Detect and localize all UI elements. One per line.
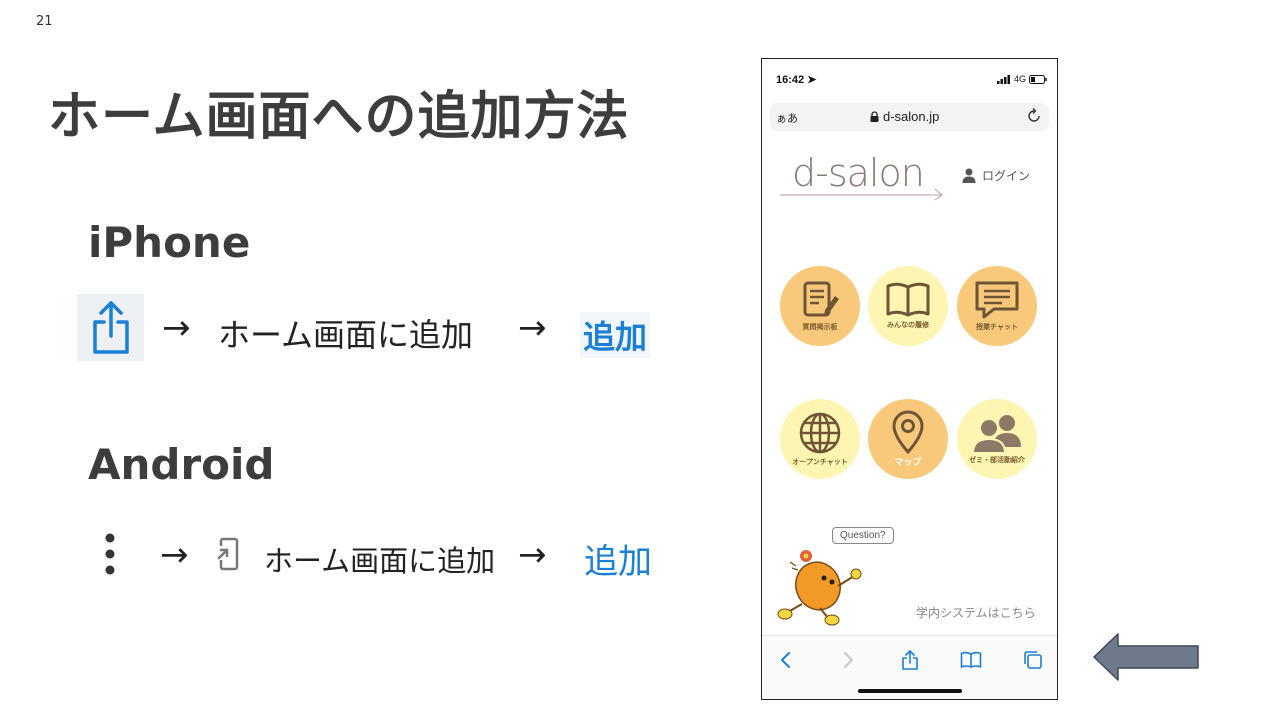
share-button[interactable] — [898, 648, 922, 672]
tabs-button[interactable] — [1021, 648, 1045, 672]
phone-screenshot: 16:42 ➤ 4G ぁあ d-salon.jp d-salon ログイン 質問… — [761, 58, 1058, 700]
pointing-arrow — [1093, 633, 1199, 681]
reload-button[interactable] — [1025, 107, 1043, 129]
menu-label: ゼミ・部活動紹介 — [969, 456, 1025, 464]
battery-icon — [1029, 74, 1047, 84]
status-indicators: 4G — [996, 74, 1047, 84]
campus-system-link[interactable]: 学内システムはこちら — [916, 604, 1036, 621]
menu-item-course-history[interactable]: みんなの履修 — [868, 266, 948, 346]
tabs-icon — [1024, 651, 1042, 669]
chevron-left-icon — [781, 652, 790, 668]
network-label: 4G — [1013, 74, 1026, 84]
mascot-illustration[interactable] — [776, 546, 866, 628]
slide-title: ホーム画面への追加方法 — [48, 87, 630, 147]
android-step-add-to-home: ホーム画面に追加 — [264, 544, 496, 578]
question-bubble[interactable]: Question? — [832, 527, 894, 544]
android-menu-button[interactable] — [100, 532, 120, 580]
open-book-icon — [886, 282, 930, 317]
share-icon — [92, 300, 129, 354]
text-size-button[interactable]: ぁあ — [776, 110, 798, 126]
login-link[interactable]: ログイン — [962, 167, 1030, 184]
menu-label: 授業チャット — [976, 323, 1018, 331]
status-bar: 16:42 ➤ 4G — [762, 59, 1057, 99]
lock-icon — [870, 111, 879, 122]
menu-item-club-intro[interactable]: ゼミ・部活動紹介 — [957, 399, 1037, 479]
menu-item-class-chat[interactable]: 授業チャット — [957, 266, 1037, 346]
book-icon — [960, 651, 982, 668]
bookmarks-button[interactable] — [959, 648, 983, 672]
reload-icon — [1028, 108, 1040, 122]
iphone-arrow-1: → — [162, 308, 191, 348]
menu-label: みんなの履修 — [887, 321, 929, 329]
kebab-menu-icon — [105, 533, 115, 575]
android-arrow-1: → — [160, 535, 189, 575]
android-arrow-2: → — [518, 535, 547, 575]
android-add-button[interactable]: 追加 — [584, 534, 652, 583]
url-domain[interactable]: d-salon.jp — [870, 109, 939, 124]
status-time: 16:42 ➤ — [776, 73, 816, 86]
iphone-heading: iPhone — [88, 218, 251, 267]
menu-label: 質問掲示板 — [802, 323, 838, 331]
back-button[interactable] — [774, 648, 798, 672]
signal-icon — [996, 74, 1010, 84]
menu-label: マップ — [894, 458, 922, 468]
menu-item-map[interactable]: マップ — [868, 399, 948, 479]
login-label: ログイン — [982, 169, 1031, 183]
chat-bubble-icon — [975, 281, 1019, 319]
notepad-pencil-icon — [803, 281, 839, 317]
group-icon — [971, 415, 1021, 453]
add-to-home-icon — [217, 537, 239, 571]
url-bar[interactable]: ぁあ d-salon.jp — [770, 103, 1049, 131]
ios-share-button[interactable] — [77, 294, 144, 361]
url-domain-text: d-salon.jp — [883, 109, 940, 124]
user-icon — [962, 168, 976, 183]
map-pin-icon — [892, 410, 924, 454]
globe-icon — [799, 412, 841, 454]
menu-item-open-chat[interactable]: オープンチャット — [780, 399, 860, 479]
logo-underline-arrow — [780, 188, 943, 201]
menu-label: オープンチャット — [792, 458, 848, 466]
page-number: 21 — [36, 14, 53, 29]
chevron-right-icon — [844, 652, 853, 668]
forward-button[interactable] — [836, 648, 860, 672]
location-arrow-icon: ➤ — [807, 74, 817, 86]
share-icon — [902, 650, 918, 670]
iphone-add-button[interactable]: 追加 — [580, 312, 651, 358]
home-indicator — [858, 689, 962, 693]
android-heading: Android — [88, 440, 275, 489]
android-add-to-home-item[interactable] — [214, 536, 242, 576]
status-time-text: 16:42 — [776, 74, 805, 86]
menu-item-question-board[interactable]: 質問掲示板 — [780, 266, 860, 346]
iphone-arrow-2: → — [518, 308, 547, 348]
iphone-step-add-to-home: ホーム画面に追加 — [218, 316, 474, 354]
